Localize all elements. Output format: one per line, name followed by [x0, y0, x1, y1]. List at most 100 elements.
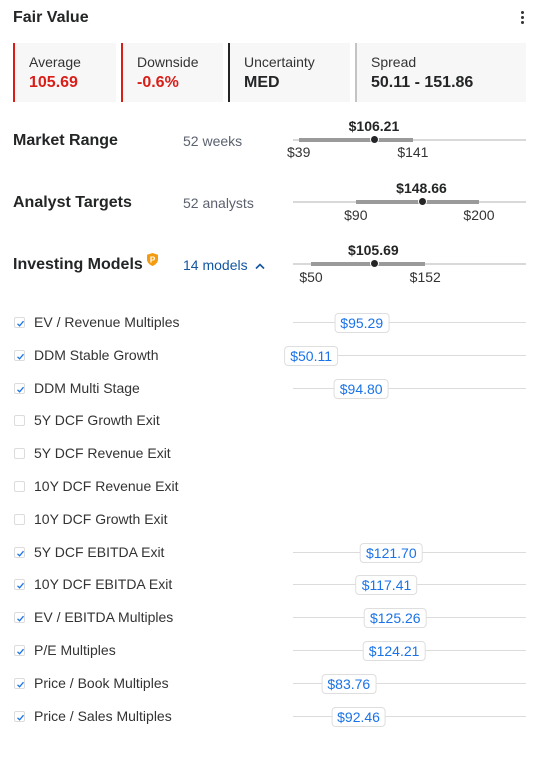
analyst-targets-row: Analyst Targets 52 analysts $148.66 $90 … [13, 180, 526, 231]
model-value-pill: $50.11 [284, 345, 338, 366]
market-range-row: Market Range 52 weeks $106.21 $39 $141 [13, 118, 526, 168]
card-uncertainty: Uncertainty MED [228, 43, 350, 102]
card-average: Average 105.69 [13, 43, 116, 102]
range-track: $105.69 $50 $152 [293, 242, 526, 285]
model-row: 5Y DCF EBITDA Exit $121.70 [13, 540, 526, 573]
range-subtitle: 52 analysts [183, 195, 254, 211]
range-title: Market Range [13, 132, 118, 149]
model-track: $95.29 [293, 313, 526, 333]
model-label[interactable]: 10Y DCF EBITDA Exit [34, 576, 172, 593]
current-marker [370, 134, 380, 144]
card-value: 105.69 [29, 74, 78, 91]
low-label: $90 [344, 207, 368, 223]
model-checkbox[interactable] [14, 480, 25, 492]
model-label[interactable]: DDM Stable Growth [34, 347, 158, 364]
current-marker [417, 196, 427, 206]
model-label[interactable]: Price / Book Multiples [34, 675, 169, 692]
model-checkbox[interactable] [14, 349, 25, 361]
current-value-label: $105.69 [348, 242, 399, 258]
model-checkbox[interactable] [14, 546, 25, 558]
range-bar [311, 262, 426, 266]
model-checkbox[interactable] [14, 710, 25, 722]
model-label[interactable]: 10Y DCF Growth Exit [34, 511, 168, 528]
model-label[interactable]: EV / Revenue Multiples [34, 314, 180, 331]
model-checkbox[interactable] [14, 448, 25, 460]
model-track: $50.11 [284, 345, 526, 366]
more-vertical-icon[interactable] [518, 11, 526, 27]
widget-title: Fair Value [13, 9, 89, 26]
model-label[interactable]: DDM Multi Stage [34, 380, 140, 397]
summary-cards: Average 105.69 Downside -0.6% Uncertaint… [13, 43, 526, 102]
high-label: $200 [463, 207, 495, 223]
card-value: MED [244, 74, 280, 91]
range-bar [298, 138, 413, 142]
card-downside: Downside -0.6% [121, 43, 223, 102]
check-icon [17, 615, 24, 622]
low-label: $39 [286, 144, 311, 160]
model-label[interactable]: EV / EBITDA Multiples [34, 609, 173, 626]
model-row: DDM Multi Stage $94.80 [13, 376, 526, 409]
model-row: Price / Sales Multiples $92.46 [13, 704, 526, 737]
models-toggle[interactable]: 14 models [183, 256, 266, 274]
model-row: DDM Stable Growth $50.11 [13, 343, 526, 376]
model-value-pill: $94.80 [333, 378, 389, 399]
current-value-label: $148.66 [396, 180, 447, 196]
check-icon [17, 648, 24, 655]
model-row: 10Y DCF Growth Exit [13, 507, 526, 540]
models-list: EV / Revenue Multiples $95.29 DDM Stable G… [13, 310, 526, 736]
model-label[interactable]: 5Y DCF Growth Exit [34, 412, 160, 429]
model-checkbox[interactable] [14, 513, 25, 525]
current-marker [369, 258, 379, 268]
model-track: $94.80 [293, 378, 526, 399]
high-label: $141 [397, 144, 429, 160]
model-label[interactable]: 5Y DCF Revenue Exit [34, 445, 171, 462]
model-label[interactable]: 10Y DCF Revenue Exit [34, 478, 178, 495]
check-icon [17, 353, 24, 360]
range-title-text: Investing Models [13, 256, 143, 273]
model-row: 10Y DCF Revenue Exit [13, 474, 526, 507]
model-track: $83.76 [293, 673, 526, 694]
range-track: $106.21 $39 $141 [287, 118, 526, 160]
model-value-pill: $92.46 [331, 706, 386, 727]
check-icon [17, 583, 24, 590]
model-row: Price / Book Multiples $83.76 [13, 671, 526, 704]
card-spread: Spread 50.11 - 151.86 [355, 43, 526, 102]
model-value-pill: $83.76 [321, 673, 377, 694]
model-checkbox[interactable] [14, 382, 25, 394]
range-title: Analyst Targets [13, 194, 132, 211]
model-row: EV / Revenue Multiples $95.29 [13, 310, 526, 343]
card-value: 50.11 - 151.86 [371, 74, 474, 91]
model-checkbox[interactable] [14, 317, 25, 328]
model-label[interactable]: P/E Multiples [34, 642, 116, 659]
card-label: Downside [137, 54, 199, 70]
check-icon [17, 714, 24, 721]
check-icon [17, 550, 24, 557]
model-label[interactable]: 5Y DCF EBITDA Exit [34, 544, 164, 561]
range-title: Investing Models P [13, 253, 158, 275]
model-checkbox[interactable] [14, 579, 25, 591]
model-value-pill: $125.26 [363, 608, 427, 629]
model-label[interactable]: Price / Sales Multiples [34, 708, 172, 725]
model-checkbox[interactable] [14, 612, 25, 624]
svg-text:P: P [150, 255, 156, 264]
range-subtitle: 52 weeks [183, 133, 243, 149]
range-track: $148.66 $90 $200 [293, 180, 526, 223]
high-label: $152 [409, 269, 441, 285]
check-icon [17, 681, 24, 688]
model-track: $125.26 [293, 608, 526, 629]
model-track: $121.70 [293, 542, 526, 563]
model-row: P/E Multiples $124.21 [13, 638, 526, 671]
model-row: 5Y DCF Growth Exit [13, 408, 526, 441]
model-checkbox[interactable] [14, 644, 25, 656]
model-track: $117.41 [293, 575, 526, 596]
model-checkbox[interactable] [14, 415, 25, 427]
model-value-pill: $95.29 [334, 313, 390, 333]
fair-value-header: Fair Value [13, 8, 530, 30]
card-label: Spread [371, 54, 417, 70]
model-row: EV / EBITDA Multiples $125.26 [13, 605, 526, 638]
model-checkbox[interactable] [14, 677, 25, 689]
card-label: Uncertainty [244, 54, 315, 70]
current-value-label: $106.21 [348, 118, 400, 134]
chevron-up-icon [255, 263, 266, 269]
model-value-pill: $124.21 [362, 640, 426, 661]
